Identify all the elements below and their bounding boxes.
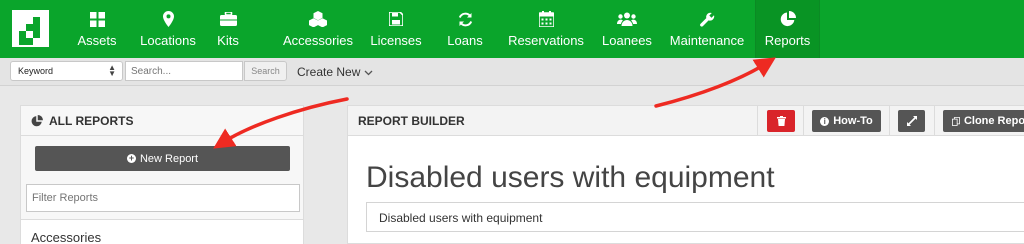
fullscreen-button[interactable] [898, 110, 925, 132]
info-circle-icon: i [820, 116, 830, 126]
nav-item-kits[interactable]: Kits [214, 0, 242, 58]
report-builder-panel: REPORT BUILDER i How-To Clone Report Dis… [347, 105, 1024, 244]
nav-item-label: Loans [447, 33, 483, 48]
new-report-button[interactable]: + New Report [35, 146, 290, 171]
divider [934, 106, 935, 136]
nav-item-reports[interactable]: Reports [755, 0, 820, 58]
nav-item-label: Maintenance [669, 33, 745, 48]
divider [803, 106, 804, 136]
search-scope-select[interactable]: Keyword ▲ ▼ [10, 61, 123, 81]
divider [889, 106, 890, 136]
nav-item-reservations[interactable]: Reservations [507, 0, 585, 58]
calendar-icon [538, 11, 554, 27]
cubes-icon [309, 11, 327, 27]
select-arrows-icon: ▲ ▼ [108, 63, 116, 78]
panel-title: ALL REPORTS [49, 113, 134, 128]
map-pin-icon [162, 11, 174, 27]
nav-item-assets[interactable]: Assets [75, 0, 119, 58]
all-reports-header: ALL REPORTS [21, 106, 303, 136]
nav-item-accessories[interactable]: Accessories [281, 0, 355, 58]
nav-item-loanees[interactable]: Loanees [601, 0, 653, 58]
create-new-label: Create New [297, 65, 361, 79]
pie-chart-icon [780, 11, 796, 27]
plus-circle-icon: + [126, 153, 136, 163]
panel-title: REPORT BUILDER [358, 113, 465, 128]
search-bar: Keyword ▲▼ Search Create New [0, 58, 1024, 86]
nav-item-label: Reservations [508, 33, 584, 48]
chevron-down-icon [364, 68, 373, 78]
search-button[interactable]: Search [244, 61, 287, 81]
nav-item-label: Loanees [602, 33, 652, 48]
clone-report-button[interactable]: Clone Report [943, 110, 1024, 132]
nav-item-label: Reports [764, 33, 811, 48]
copy-icon [952, 116, 960, 126]
expand-icon [906, 116, 917, 126]
how-to-label: How-To [833, 115, 873, 127]
divider [757, 106, 758, 136]
nav-item-locations[interactable]: Locations [138, 0, 198, 58]
nav-item-maintenance[interactable]: Maintenance [667, 0, 747, 58]
new-report-label: New Report [139, 152, 199, 165]
wrench-icon [699, 11, 715, 27]
report-name-input[interactable]: Disabled users with equipment [366, 202, 1024, 232]
nav-item-label: Locations [140, 33, 196, 48]
floppy-disk-icon [389, 11, 403, 27]
nav-item-label: Kits [217, 33, 239, 48]
create-new-dropdown[interactable]: Create New [297, 65, 373, 79]
search-input[interactable] [125, 61, 243, 81]
nav-item-label: Assets [77, 33, 117, 48]
delete-report-button[interactable] [767, 110, 795, 132]
users-icon [617, 11, 637, 27]
clone-report-label: Clone Report [963, 115, 1024, 127]
refresh-icon [458, 11, 473, 27]
report-group-label: Accessories [31, 230, 102, 244]
grid-icon [89, 11, 105, 27]
how-to-button[interactable]: i How-To [812, 110, 881, 132]
search-scope-value: Keyword [18, 66, 54, 76]
nav-item-loans[interactable]: Loans [446, 0, 484, 58]
nav-item-licenses[interactable]: Licenses [368, 0, 424, 58]
trash-icon [776, 116, 786, 126]
report-title: Disabled users with equipment [366, 161, 775, 194]
app-logo[interactable] [12, 10, 49, 47]
pie-chart-icon [31, 114, 43, 126]
nav-item-label: Licenses [370, 33, 422, 48]
filter-reports-input[interactable] [26, 184, 300, 212]
top-nav: Assets Locations Kits Accessories Licens… [0, 0, 1024, 58]
briefcase-icon [219, 11, 237, 27]
report-builder-header: REPORT BUILDER i How-To Clone Report [348, 106, 1024, 136]
all-reports-panel: ALL REPORTS + New Report Accessories [20, 105, 304, 244]
nav-item-label: Accessories [282, 33, 354, 48]
report-group-accessories[interactable]: Accessories [21, 219, 303, 244]
